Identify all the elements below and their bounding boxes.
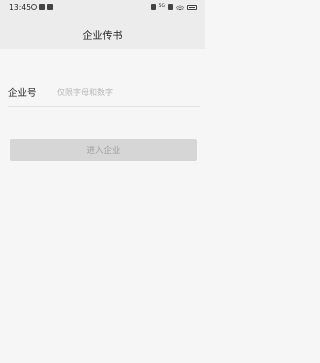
status-time: 13:45 xyxy=(9,3,32,12)
battery-icon xyxy=(187,4,197,10)
wifi-icon xyxy=(176,4,184,10)
message-notification-icon xyxy=(47,4,53,10)
app-notification-icon xyxy=(39,4,45,10)
company-id-label: 企业号 xyxy=(8,88,37,99)
sim-icon xyxy=(168,4,173,10)
page-title: 企业传书 xyxy=(82,31,123,42)
status-system-icons: 5G xyxy=(150,4,197,10)
status-notification-icons xyxy=(31,4,53,10)
sync-icon xyxy=(31,4,37,10)
network-speed-icon: 5G xyxy=(158,4,165,9)
company-id-input[interactable] xyxy=(57,84,197,100)
nav-bar: 企业传书 xyxy=(0,16,205,49)
company-id-row: 企业号 xyxy=(8,78,200,107)
nfc-icon xyxy=(150,4,156,10)
status-bar: 13:45 5G xyxy=(0,0,205,16)
enter-company-button[interactable]: 进入企业 xyxy=(10,139,197,161)
